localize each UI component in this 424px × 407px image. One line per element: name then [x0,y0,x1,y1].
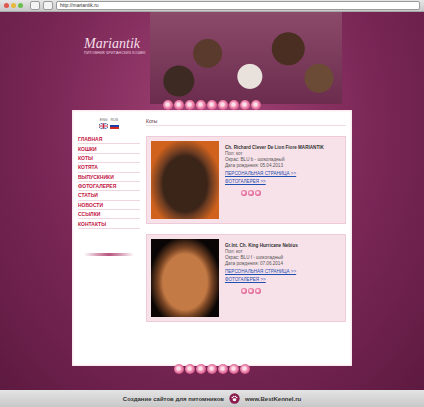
cat-birth: Дата рождения: 05.04.2013 [225,163,341,168]
roses-ornament [0,364,424,374]
cat-link[interactable]: ФОТОГАЛЕРЕЯ >> [225,277,341,282]
cat-photo[interactable] [151,141,219,219]
rose-icon [163,100,173,110]
menu: ГЛАВНАЯКОШКИКОТЫКОТЯТАВЫПУСКНИКИФОТОГАЛЕ… [78,135,140,229]
browser-toolbar: http://mariantik.ru [0,0,424,12]
rose-icon [218,364,228,374]
header-photo [150,12,342,104]
page-title: Коты [146,118,346,126]
language-label[interactable]: ENG [100,118,108,122]
cat-name[interactable]: Gr.Int. Ch. King Hurricane Nebius [225,243,341,248]
rose-icon [185,364,195,374]
zoom-button[interactable] [18,3,23,8]
roses-ornament [225,288,341,294]
logo-subtitle: ПИТОМНИК БРИТАНСКИХ КОШЕК [84,51,148,55]
menu-item[interactable]: КОТЯТА [78,163,140,172]
rose-icon [196,364,206,374]
site: MariantikПИТОМНИК БРИТАНСКИХ КОШЕК ENGRUS… [0,12,424,390]
menu-item[interactable]: КОНТАКТЫ [78,219,140,228]
cat-sex: Пол: кот [225,249,341,254]
rose-icon [185,100,195,110]
cat-card: Gr.Int. Ch. King Hurricane NebiusПол: ко… [146,234,346,322]
cat-birth: Дата рождения: 07.06.2014 [225,261,341,266]
rose-icon [229,100,239,110]
menu-item[interactable]: СТАТЬИ [78,191,140,200]
paw-icon [229,393,240,404]
rose-icon [207,100,217,110]
rose-icon [218,100,228,110]
sidebar: ENGRUS ГЛАВНАЯКОШКИКОТЫКОТЯТАВЫПУСКНИКИФО… [78,118,140,358]
menu-item[interactable]: ФОТОГАЛЕРЕЯ [78,182,140,191]
cat-color: Окрас: BLU b - шоколадный [225,157,341,162]
rose-icon [207,364,217,374]
rose-icon [241,190,247,196]
logo[interactable]: MariantikПИТОМНИК БРИТАНСКИХ КОШЕК [84,12,148,104]
cat-color: Окрас: BLU f - шоколадный [225,255,341,260]
rose-icon [240,100,250,110]
logo-title: Mariantik [84,36,148,51]
roses-ornament [0,100,424,110]
cat-link[interactable]: ФОТОГАЛЕРЕЯ >> [225,179,341,184]
header: MariantikПИТОМНИК БРИТАНСКИХ КОШЕК [0,12,424,104]
cat-link[interactable]: ПЕРСОНАЛЬНАЯ СТРАНИЦА >> [225,171,341,176]
rose-icon [240,364,250,374]
cat-name[interactable]: Ch. Richard Clever De Lion Fiore MARIANT… [225,145,341,150]
cat-info: Ch. Richard Clever De Lion Fiore MARIANT… [225,141,341,219]
rose-icon [248,288,254,294]
rose-icon [174,364,184,374]
window-buttons [4,3,23,8]
forward-button[interactable] [43,1,53,10]
content-panel: ENGRUSГЛАВНАЯКОШКИКОТЫКОТЯТАВЫПУСКНИКИФО… [72,110,352,366]
rose-icon [255,288,261,294]
roses-ornament [225,190,341,196]
menu-item[interactable]: ГЛАВНАЯ [78,135,140,144]
rose-icon [174,100,184,110]
cat-photo[interactable] [151,239,219,317]
close-button[interactable] [4,3,9,8]
cat-sex: Пол: кот [225,151,341,156]
footer-link[interactable]: www.BestKennel.ru [245,396,301,402]
language-switch: ENGRUS [78,118,140,129]
cat-info: Gr.Int. Ch. King Hurricane NebiusПол: ко… [225,239,341,317]
footer: Создание сайтов для питомников www.BestKe… [0,390,424,407]
rose-icon [196,100,206,110]
menu-item[interactable]: ССЫЛКИ [78,210,140,219]
cat-link[interactable]: ПЕРСОНАЛЬНАЯ СТРАНИЦА >> [225,269,341,274]
rose-icon [248,190,254,196]
rose-icon [251,100,261,110]
main-content: Коты Ch. Richard Clever De Lion Fiore MAR… [146,118,346,358]
rose-icon [229,364,239,374]
screen: http://mariantik.ru MariantikПИТОМНИК БРИ… [0,0,424,407]
footer-text: Создание сайтов для питомников [123,396,224,402]
menu-item[interactable]: КОТЫ [78,154,140,163]
ornament [84,253,134,256]
back-button[interactable] [30,1,40,10]
menu-item[interactable]: ВЫПУСКНИКИ [78,173,140,182]
uk-flag-icon[interactable] [99,123,108,129]
rose-icon [241,288,247,294]
rose-icon [255,190,261,196]
menu-item[interactable]: НОВОСТИ [78,201,140,210]
menu-item[interactable]: КОШКИ [78,144,140,153]
minimize-button[interactable] [11,3,16,8]
russia-flag-icon[interactable] [110,123,119,129]
language-label[interactable]: RUS [111,118,119,122]
address-bar[interactable]: http://mariantik.ru [56,1,420,10]
cat-card: Ch. Richard Clever De Lion Fiore MARIANT… [146,136,346,224]
